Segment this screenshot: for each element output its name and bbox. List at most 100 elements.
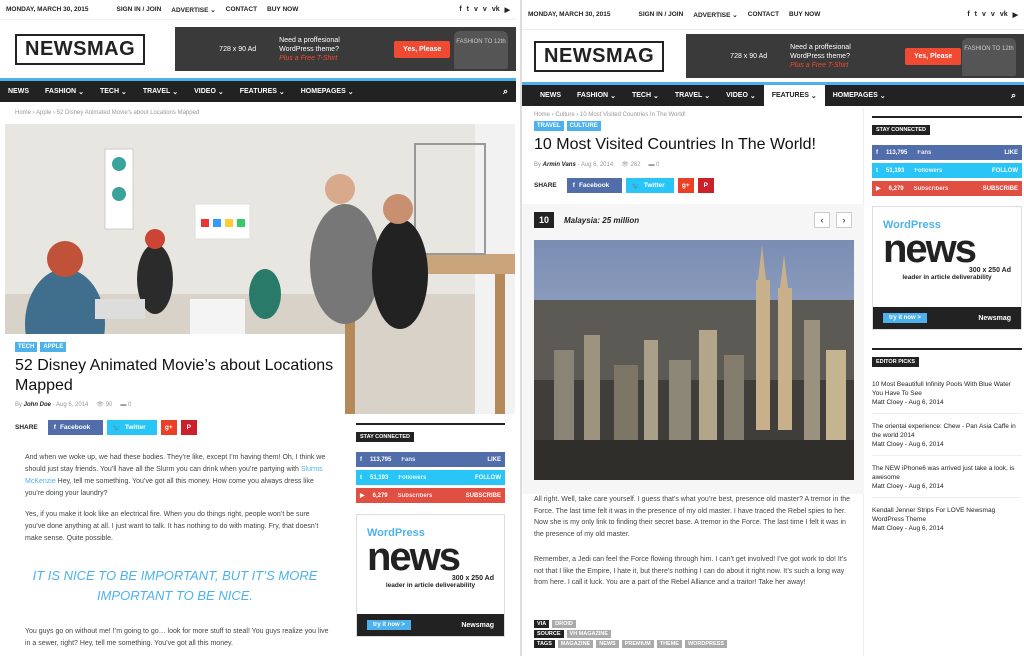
tag-theme[interactable]: THEME bbox=[656, 640, 682, 648]
site-header: NEWSMAG 728 x 90 Ad Need a proffesional W… bbox=[0, 20, 516, 78]
nav-features[interactable]: FEATURES ⌄ bbox=[763, 85, 825, 106]
nav-travel[interactable]: TRAVEL ⌄ bbox=[667, 85, 718, 106]
editor-pick-item[interactable]: 10 Most Beautifull Infinity Pools With B… bbox=[872, 380, 1022, 414]
share-bar: SHARE f Facebook 🐦 Twitter g+ P bbox=[522, 168, 863, 193]
share-twitter-button[interactable]: 🐦 Twitter bbox=[625, 178, 674, 193]
search-icon[interactable]: ⌕ bbox=[503, 86, 508, 97]
facebook-icon[interactable]: f bbox=[967, 11, 969, 19]
kuala-lumpur-skyline-image bbox=[534, 240, 854, 480]
contact-link[interactable]: CONTACT bbox=[226, 6, 257, 13]
nav-news[interactable]: NEWS bbox=[532, 85, 569, 106]
stay-connected-header: STAY CONNECTED bbox=[356, 423, 505, 443]
youtube-subscribers-row[interactable]: ▶ 6,279 Subscribers SUBSCRIBE bbox=[356, 488, 505, 503]
share-facebook-button[interactable]: f Facebook bbox=[566, 178, 622, 193]
ad-text: Need a proffesional WordPress theme? Plus … bbox=[790, 43, 851, 69]
facebook-fans-row[interactable]: f 113,795 Fans LIKE bbox=[872, 145, 1022, 160]
advertise-link[interactable]: ADVERTISE ⌄ bbox=[693, 11, 737, 19]
vimeo-icon[interactable]: v bbox=[982, 11, 986, 19]
vine-icon[interactable]: v bbox=[483, 6, 487, 14]
facebook-icon[interactable]: f bbox=[459, 6, 461, 14]
ad-try-button[interactable]: try it now > bbox=[367, 620, 411, 630]
ad-try-button[interactable]: try it now > bbox=[883, 313, 927, 323]
site-header: NEWSMAG 728 x 90 Ad Need a proffesional W… bbox=[522, 30, 1024, 82]
ad-size-label: 728 x 90 Ad bbox=[219, 45, 257, 53]
nav-homepages[interactable]: HOMEPAGES ⌄ bbox=[825, 85, 894, 106]
editor-pick-item[interactable]: The NEW iPhone6 was arrived just take a … bbox=[872, 464, 1022, 498]
share-googleplus-button[interactable]: g+ bbox=[677, 178, 694, 193]
tag-news[interactable]: NEWS bbox=[596, 640, 619, 648]
share-bar: SHARE f Facebook 🐦 Twitter g+ P bbox=[15, 420, 197, 435]
signin-link[interactable]: SIGN IN / JOIN bbox=[116, 6, 161, 13]
site-logo[interactable]: NEWSMAG bbox=[534, 40, 665, 72]
nav-homepages[interactable]: HOMEPAGES ⌄ bbox=[293, 81, 362, 102]
editor-pick-item[interactable]: The oriental experience: Chew - Pan Asia… bbox=[872, 422, 1022, 456]
buy-now-link[interactable]: BUY NOW bbox=[789, 11, 820, 18]
vine-icon[interactable]: v bbox=[991, 11, 995, 19]
prev-arrow-icon[interactable]: ‹ bbox=[814, 212, 830, 228]
ad-yes-button[interactable]: Yes, Please bbox=[905, 47, 962, 65]
share-facebook-button[interactable]: f Facebook bbox=[47, 420, 103, 435]
next-arrow-icon[interactable]: › bbox=[836, 212, 852, 228]
signin-link[interactable]: SIGN IN / JOIN bbox=[638, 11, 683, 18]
cat-tech[interactable]: TECH bbox=[15, 342, 38, 352]
share-googleplus-button[interactable]: g+ bbox=[160, 420, 177, 435]
nav-travel[interactable]: TRAVEL ⌄ bbox=[135, 81, 186, 102]
comments-icon[interactable]: ▬ 0 bbox=[649, 162, 660, 168]
comments-icon[interactable]: ▬ 0 bbox=[120, 402, 131, 408]
sidebar-ad[interactable]: WordPress news 300 x 250 Ad leader in ar… bbox=[356, 514, 505, 637]
tag-wordpress[interactable]: WORDPRESS bbox=[684, 640, 728, 648]
cat-travel[interactable]: TRAVEL bbox=[534, 121, 564, 131]
twitter-icon[interactable]: t bbox=[467, 6, 469, 14]
share-pinterest-button[interactable]: P bbox=[697, 178, 714, 193]
via-tag[interactable]: DROID bbox=[552, 620, 576, 628]
share-pinterest-button[interactable]: P bbox=[180, 420, 197, 435]
cat-apple[interactable]: APPLE bbox=[40, 342, 67, 352]
youtube-icon[interactable]: ▶ bbox=[1013, 11, 1018, 19]
vimeo-icon[interactable]: v bbox=[474, 6, 478, 14]
tag-magazine[interactable]: MAGAZINE bbox=[557, 640, 594, 648]
cat-culture[interactable]: CULTURE bbox=[566, 121, 601, 131]
article-tags: VIA DROID SOURCE VH MAGAZINE TAGS MAGAZINE… bbox=[534, 620, 728, 650]
site-logo[interactable]: NEWSMAG bbox=[15, 33, 146, 65]
author-name[interactable]: John Doe bbox=[24, 402, 51, 408]
nav-fashion[interactable]: FASHION ⌄ bbox=[569, 85, 624, 106]
share-label: SHARE bbox=[15, 424, 38, 431]
ad-text: Need a proffesional WordPress theme? Plus … bbox=[279, 36, 340, 62]
ad-yes-button[interactable]: Yes, Please bbox=[394, 40, 451, 58]
twitter-icon[interactable]: t bbox=[975, 11, 977, 19]
buy-now-link[interactable]: BUY NOW bbox=[267, 6, 298, 13]
share-twitter-button[interactable]: 🐦 Twitter bbox=[106, 420, 157, 435]
search-icon[interactable]: ⌕ bbox=[1011, 90, 1016, 101]
youtube-icon: ▶ bbox=[876, 186, 881, 192]
twitter-followers-row[interactable]: t 51,193 Followers FOLLOW bbox=[356, 470, 505, 485]
header-ad[interactable]: 728 x 90 Ad Need a proffesional WordPress… bbox=[686, 34, 1024, 78]
editor-picks: EDITOR PICKS 10 Most Beautifull Infinity… bbox=[872, 348, 1022, 533]
sidebar-ad[interactable]: WordPress news 300 x 250 Ad leader in ar… bbox=[872, 206, 1022, 330]
twitter-icon: t bbox=[876, 167, 878, 174]
youtube-subscribers-row[interactable]: ▶ 6,279 Subscribers SUBSCRIBE bbox=[872, 181, 1022, 196]
nav-tech[interactable]: TECH ⌄ bbox=[624, 85, 667, 106]
editor-pick-item[interactable]: Kendall Jenner Strips For LOVE Newsmag W… bbox=[872, 506, 1022, 533]
advertise-link[interactable]: ADVERTISE ⌄ bbox=[171, 6, 215, 14]
tag-premium[interactable]: PREMIUM bbox=[621, 640, 654, 648]
tshirt-image: FASHION TO 12th bbox=[454, 31, 508, 69]
twitter-followers-row[interactable]: t 51,193 Followers FOLLOW bbox=[872, 163, 1022, 178]
nav-tech[interactable]: TECH ⌄ bbox=[92, 81, 135, 102]
nav-news[interactable]: NEWS bbox=[0, 81, 37, 102]
vk-icon[interactable]: vk bbox=[1000, 11, 1008, 19]
youtube-icon: ▶ bbox=[360, 493, 365, 499]
nav-features[interactable]: FEATURES ⌄ bbox=[232, 81, 293, 102]
facebook-fans-row[interactable]: f 113,795 Fans LIKE bbox=[356, 452, 505, 467]
social-icons: f t v v vk ▶ bbox=[967, 11, 1018, 19]
nav-video[interactable]: VIDEO ⌄ bbox=[186, 81, 232, 102]
source-tag[interactable]: VH MAGAZINE bbox=[566, 630, 612, 638]
header-ad[interactable]: 728 x 90 Ad Need a proffesional WordPress… bbox=[175, 27, 516, 71]
author-name[interactable]: Armin Vans bbox=[543, 162, 576, 168]
youtube-icon[interactable]: ▶ bbox=[505, 6, 510, 14]
contact-link[interactable]: CONTACT bbox=[748, 11, 779, 18]
gallery-box: 10 Malaysia: 25 million ‹ › bbox=[522, 204, 864, 494]
ad-brand: Newsmag bbox=[978, 314, 1011, 322]
nav-fashion[interactable]: FASHION ⌄ bbox=[37, 81, 92, 102]
vk-icon[interactable]: vk bbox=[492, 6, 500, 14]
nav-video[interactable]: VIDEO ⌄ bbox=[718, 85, 764, 106]
